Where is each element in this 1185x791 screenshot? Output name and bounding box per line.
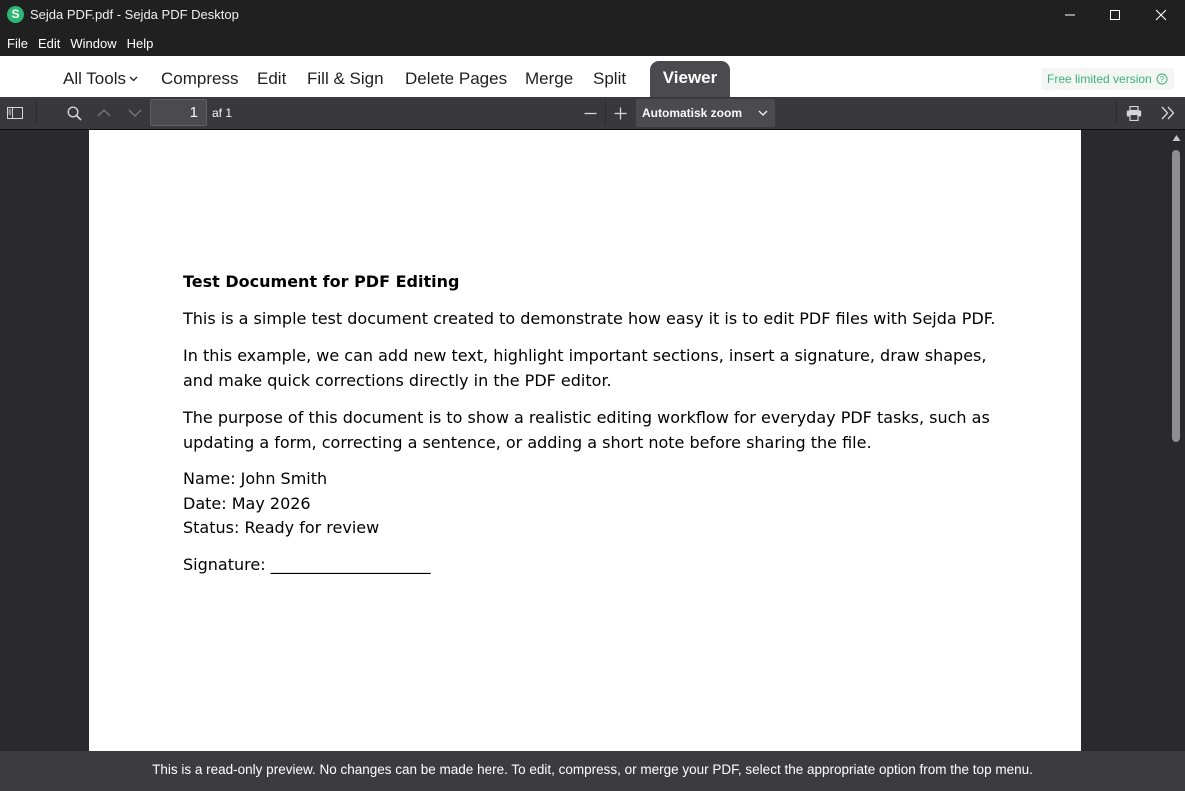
chevron-down-icon — [128, 109, 142, 117]
toolbar-divider — [1116, 101, 1117, 125]
menu-file[interactable]: File — [3, 36, 32, 51]
chevron-down-icon — [758, 110, 768, 116]
previous-page-button[interactable] — [89, 97, 119, 129]
print-button[interactable] — [1119, 97, 1149, 129]
close-icon — [1155, 9, 1167, 21]
maximize-icon — [1110, 10, 1120, 20]
minimize-icon — [1065, 14, 1075, 16]
double-chevron-right-icon — [1161, 106, 1175, 120]
tools-bar: All Tools Compress Edit Fill & Sign Dele… — [0, 56, 1185, 97]
search-icon — [66, 105, 82, 121]
toolbar-divider — [36, 101, 37, 125]
window-title: Sejda PDF.pdf - Sejda PDF Desktop — [30, 7, 239, 22]
close-button[interactable] — [1138, 0, 1184, 30]
minus-icon — [584, 112, 596, 114]
document-paragraph: and make quick corrections directly in t… — [183, 370, 612, 390]
plus-icon — [614, 107, 626, 119]
find-button[interactable] — [59, 97, 89, 129]
sejda-logo-icon: S — [7, 6, 24, 23]
date-field-text: Date: May 2026 — [183, 493, 311, 513]
pdf-page: Test Document for PDF Editing This is a … — [89, 130, 1081, 751]
delete-pages-button[interactable]: Delete Pages — [405, 69, 507, 89]
fill-sign-button[interactable]: Fill & Sign — [307, 69, 384, 89]
all-tools-label: All Tools — [63, 69, 126, 88]
document-viewer[interactable]: Test Document for PDF Editing This is a … — [0, 130, 1185, 751]
scrollbar-thumb[interactable] — [1172, 150, 1180, 442]
help-circle-icon: ? — [1156, 73, 1168, 85]
split-button[interactable]: Split — [593, 69, 626, 89]
all-tools-button[interactable]: All Tools — [63, 69, 138, 89]
document-paragraph: updating a form, correcting a sentence, … — [183, 432, 872, 452]
free-version-badge[interactable]: Free limited version ? — [1041, 68, 1174, 90]
edit-button[interactable]: Edit — [257, 69, 286, 89]
document-paragraph: In this example, we can add new text, hi… — [183, 346, 987, 365]
page-number-input[interactable]: 1 — [150, 99, 207, 126]
chevron-down-icon — [129, 76, 138, 82]
tools-menu-button[interactable] — [1153, 97, 1183, 129]
status-field-text: Status: Ready for review — [183, 518, 380, 537]
vertical-scrollbar[interactable] — [1168, 130, 1185, 751]
zoom-in-button[interactable] — [605, 97, 635, 129]
sidebar-icon — [7, 107, 23, 119]
scroll-up-arrow-icon[interactable] — [1172, 134, 1181, 142]
viewer-toolbar: 1 af 1 Automatisk zoom — [0, 97, 1185, 130]
zoom-out-button[interactable] — [575, 97, 605, 129]
page-count-label: af 1 — [212, 106, 233, 120]
zoom-select-value: Automatisk zoom — [642, 106, 743, 120]
menu-help[interactable]: Help — [123, 36, 158, 51]
name-field-text: Name: John Smith — [183, 469, 328, 488]
read-only-notice: This is a read-only preview. No changes … — [0, 751, 1185, 791]
chevron-up-icon — [97, 109, 111, 117]
document-paragraph: The purpose of this document is to show … — [183, 408, 990, 427]
maximize-button[interactable] — [1092, 0, 1138, 30]
menu-window[interactable]: Window — [66, 36, 120, 51]
title-bar: S Sejda PDF.pdf - Sejda PDF Desktop — [0, 0, 1185, 30]
viewer-tab[interactable]: Viewer — [650, 61, 730, 97]
free-version-label: Free limited version — [1047, 72, 1152, 86]
signature-line: Signature: ____________________ — [183, 555, 431, 574]
svg-text:?: ? — [1159, 75, 1164, 84]
menu-edit[interactable]: Edit — [34, 36, 64, 51]
zoom-select[interactable]: Automatisk zoom — [636, 99, 775, 127]
document-paragraph: This is a simple test document created t… — [183, 309, 996, 328]
minimize-button[interactable] — [1047, 0, 1093, 30]
compress-button[interactable]: Compress — [161, 69, 238, 89]
printer-icon — [1126, 105, 1142, 121]
document-title: Test Document for PDF Editing — [183, 272, 460, 291]
menu-bar: File Edit Window Help — [0, 30, 1185, 56]
next-page-button[interactable] — [120, 97, 150, 129]
sidebar-toggle-button[interactable] — [0, 97, 30, 129]
merge-button[interactable]: Merge — [525, 69, 573, 89]
